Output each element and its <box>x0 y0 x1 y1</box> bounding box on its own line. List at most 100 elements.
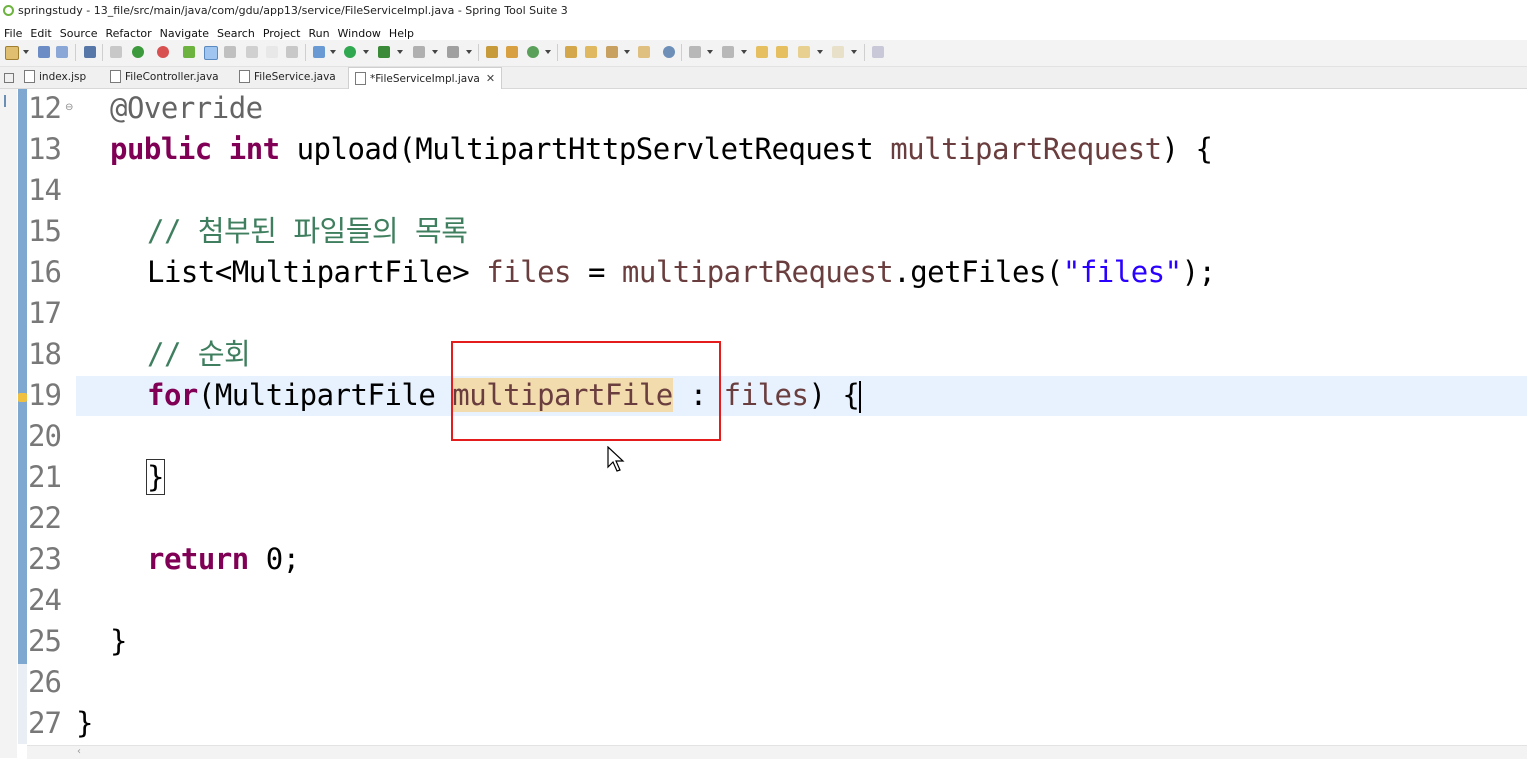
spring-tool-suite-icon <box>3 5 14 16</box>
back-dropdown-icon[interactable] <box>817 50 823 54</box>
code-text: // 순회 <box>147 334 251 375</box>
keyword: for <box>147 378 198 412</box>
code-text: } <box>110 621 127 662</box>
code-text: } <box>146 457 165 498</box>
forward-dropdown-icon[interactable] <box>851 50 857 54</box>
line-number: 22 <box>28 501 62 535</box>
tab-file-controller[interactable]: FileController.java <box>110 67 219 88</box>
code-line: 26 <box>0 662 1527 703</box>
server-start-icon[interactable] <box>132 46 144 58</box>
new-class-dropdown-icon[interactable] <box>545 50 551 54</box>
code-text: // 첨부된 파일들의 목록 <box>147 211 468 252</box>
jsp-file-icon <box>24 69 35 83</box>
spring-icon[interactable] <box>183 46 195 58</box>
run-dropdown-icon[interactable] <box>363 50 369 54</box>
word-wrap-icon[interactable] <box>246 46 258 58</box>
code-line: 13 public int upload(MultipartHttpServle… <box>0 129 1527 170</box>
code-line: 22 <box>0 498 1527 539</box>
java-file-icon <box>110 69 121 83</box>
open-type-icon[interactable] <box>565 46 577 58</box>
code-punct: = <box>571 255 622 289</box>
console-icon[interactable] <box>84 46 96 58</box>
new-class-icon[interactable] <box>527 46 539 58</box>
show-whitespace-icon[interactable] <box>266 46 278 58</box>
line-number: 13 <box>28 132 62 166</box>
code-line: 16 List<MultipartFile> files = multipart… <box>0 252 1527 293</box>
tab-label: FileService.java <box>254 71 336 83</box>
search-dropdown-icon[interactable] <box>624 50 630 54</box>
debug-dropdown-icon[interactable] <box>330 50 336 54</box>
tab-file-service-impl[interactable]: *FileServiceImpl.java ✕ <box>348 67 503 89</box>
line-number: 15 <box>28 214 62 248</box>
close-icon[interactable]: ✕ <box>486 72 495 85</box>
line-number: 27 <box>28 706 62 740</box>
toggle-mark-occurrences-icon[interactable] <box>204 46 218 60</box>
pilcrow-icon[interactable] <box>286 46 298 58</box>
code-line: 14 <box>0 170 1527 211</box>
method-call: .getFiles( <box>893 255 1063 289</box>
code-text: List<MultipartFile> files = multipartReq… <box>147 252 1216 293</box>
line-number: 21 <box>28 460 62 494</box>
previous-annotation-dropdown-icon[interactable] <box>741 50 747 54</box>
new-dropdown-icon[interactable] <box>23 50 29 54</box>
external-tools-icon[interactable] <box>413 46 425 58</box>
fold-toggle-icon[interactable]: ⊖ <box>65 102 73 113</box>
ant-dropdown-icon[interactable] <box>466 50 472 54</box>
title-bar: springstudy - 13_file/src/main/java/com/… <box>0 0 1527 22</box>
pin-editor-icon[interactable] <box>872 46 884 58</box>
refresh-icon[interactable] <box>157 46 169 58</box>
search-tool-icon[interactable] <box>606 46 618 58</box>
globe-icon[interactable] <box>663 46 675 58</box>
previous-annotation-icon[interactable] <box>722 46 734 58</box>
line-number: 26 <box>28 665 62 699</box>
coverage-dropdown-icon[interactable] <box>397 50 403 54</box>
annotation-icon[interactable] <box>638 46 650 58</box>
type-name: List<MultipartFile> <box>147 255 487 289</box>
last-edit-location-icon[interactable] <box>756 46 768 58</box>
keyword: return <box>147 542 249 576</box>
next-annotation-dropdown-icon[interactable] <box>707 50 713 54</box>
override-annotation: @Override <box>110 91 263 125</box>
scroll-left-icon[interactable]: ‹ <box>77 746 81 757</box>
run-icon[interactable] <box>344 46 356 58</box>
external-tools-dropdown-icon[interactable] <box>432 50 438 54</box>
save-all-icon[interactable] <box>56 46 68 58</box>
code-punct: ) { <box>1161 132 1213 166</box>
back-edit-icon[interactable] <box>776 46 788 58</box>
forward-icon[interactable] <box>832 46 844 58</box>
type-name: (MultipartFile <box>197 378 453 412</box>
coverage-icon[interactable] <box>378 46 390 58</box>
horizontal-scrollbar[interactable]: ‹ <box>27 745 1527 759</box>
skip-breakpoints-icon[interactable] <box>110 46 122 58</box>
code-line: 20 <box>0 416 1527 457</box>
tab-index-jsp[interactable]: index.jsp <box>24 67 86 88</box>
variable: multipartRequest <box>621 255 894 289</box>
java-file-icon <box>239 69 250 83</box>
warning-marker-icon[interactable] <box>18 393 27 402</box>
save-icon[interactable] <box>38 46 50 58</box>
new-package-icon[interactable] <box>506 46 518 58</box>
ant-icon[interactable] <box>447 46 459 58</box>
variable: files <box>486 255 572 289</box>
line-number: 16 <box>28 255 62 289</box>
block-selection-icon[interactable] <box>224 46 236 58</box>
open-task-icon[interactable] <box>585 46 597 58</box>
matching-bracket: } <box>146 459 165 495</box>
line-number: 25 <box>28 624 62 658</box>
code-text: return 0; <box>147 539 300 580</box>
debug-icon[interactable] <box>313 46 325 58</box>
tab-label: *FileServiceImpl.java <box>370 73 480 85</box>
code-punct: } <box>110 624 127 658</box>
code-text: } <box>76 703 93 744</box>
keyword: int <box>228 132 280 166</box>
new-java-project-icon[interactable] <box>486 46 498 58</box>
parameter: multipartRequest <box>890 132 1162 166</box>
new-icon[interactable] <box>5 46 19 60</box>
tab-file-service[interactable]: FileService.java <box>239 67 336 88</box>
next-annotation-icon[interactable] <box>689 46 701 58</box>
back-icon[interactable] <box>798 46 810 58</box>
variable: files <box>723 378 809 412</box>
code-punct: ) { <box>808 378 860 412</box>
view-menu-icon[interactable] <box>4 73 14 83</box>
keyword: public <box>110 132 212 166</box>
